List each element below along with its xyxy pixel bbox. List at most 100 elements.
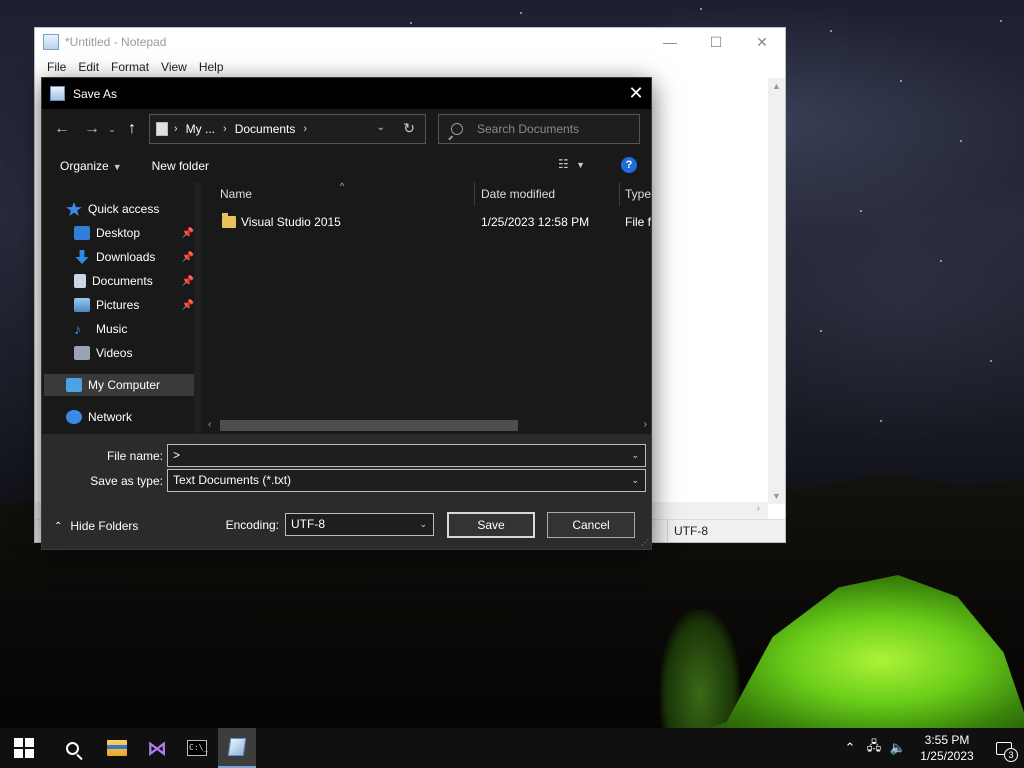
download-icon bbox=[75, 250, 89, 264]
volume-icon[interactable]: 🔈 bbox=[886, 740, 910, 756]
dialog-close-button[interactable]: ✕ bbox=[621, 78, 651, 109]
sidebar-item-label: Downloads bbox=[96, 250, 156, 264]
menu-file[interactable]: File bbox=[41, 60, 72, 74]
pin-icon[interactable]: 📌 bbox=[182, 276, 194, 287]
sidebar-item-network[interactable]: Network bbox=[66, 406, 196, 428]
recent-locations-chevron-icon[interactable]: ⌄ bbox=[104, 117, 120, 141]
refresh-icon[interactable]: ↻ bbox=[403, 120, 415, 137]
visual-studio-icon: ⋈ bbox=[147, 737, 167, 760]
sidebar-item-videos[interactable]: Videos bbox=[74, 342, 198, 364]
notepad-icon bbox=[227, 738, 247, 756]
sidebar-item-my-computer[interactable]: My Computer bbox=[44, 374, 197, 396]
sidebar-item-label: Documents bbox=[92, 274, 153, 288]
file-list-horizontal-scrollbar[interactable]: ‹ › bbox=[204, 417, 651, 434]
sidebar-item-quick-access[interactable]: Quick access bbox=[66, 198, 196, 220]
menu-view[interactable]: View bbox=[155, 60, 193, 74]
action-center-button[interactable]: 3 bbox=[984, 728, 1024, 768]
file-name-label: File name: bbox=[106, 449, 163, 463]
command-bar: Organize ▼ New folder ☷ ▼ ? bbox=[42, 149, 651, 182]
notepad-title: *Untitled - Notepad bbox=[65, 35, 167, 49]
sidebar-item-label: Quick access bbox=[88, 202, 160, 216]
chevron-down-icon[interactable]: ⌄ bbox=[631, 470, 639, 491]
minimize-button[interactable]: — bbox=[647, 28, 693, 56]
encoding-label: Encoding: bbox=[225, 518, 279, 532]
dialog-titlebar[interactable]: Save As ✕ bbox=[42, 78, 651, 109]
menu-format[interactable]: Format bbox=[105, 60, 155, 74]
resize-grip-icon[interactable]: ⋰ bbox=[641, 538, 649, 547]
pin-icon[interactable]: 📌 bbox=[182, 228, 194, 239]
scroll-right-icon[interactable]: › bbox=[757, 503, 760, 514]
column-divider[interactable] bbox=[474, 182, 475, 206]
save-as-type-value: Text Documents (*.txt) bbox=[173, 473, 292, 487]
command-prompt-icon: C:\_ bbox=[187, 740, 208, 756]
pin-icon[interactable]: 📌 bbox=[182, 252, 194, 263]
taskbar-notepad[interactable] bbox=[218, 728, 256, 768]
encoding-select[interactable]: UTF-8 ⌄ bbox=[285, 513, 434, 536]
menu-edit[interactable]: Edit bbox=[72, 60, 105, 74]
save-form: File name: > ⌄ Save as type: Text Docume… bbox=[42, 434, 651, 549]
close-button[interactable]: ✕ bbox=[739, 28, 785, 56]
clock-time: 3:55 PM bbox=[924, 733, 970, 747]
notepad-titlebar[interactable]: *Untitled - Notepad — ☐ ✕ bbox=[35, 28, 785, 56]
sidebar-item-label: Videos bbox=[96, 346, 133, 360]
up-arrow-icon[interactable]: ↑ bbox=[120, 117, 144, 141]
sidebar-item-desktop[interactable]: Desktop 📌 bbox=[74, 222, 198, 244]
chevron-up-icon: ⌃ bbox=[54, 520, 63, 532]
change-view-button[interactable]: ☷ ▼ bbox=[558, 157, 585, 171]
taskbar-search-button[interactable] bbox=[48, 728, 96, 768]
breadcrumb-separator-icon[interactable]: › bbox=[303, 123, 307, 135]
column-divider[interactable] bbox=[619, 182, 620, 206]
back-arrow-icon[interactable]: ← bbox=[50, 117, 74, 141]
menu-help[interactable]: Help bbox=[193, 60, 230, 74]
taskbar-visual-studio[interactable]: ⋈ bbox=[138, 728, 176, 768]
show-hidden-icons-chevron-icon[interactable]: ⌃ bbox=[838, 740, 862, 756]
network-status-icon[interactable]: 🖧 bbox=[862, 737, 886, 759]
scrollbar-thumb[interactable] bbox=[220, 420, 518, 431]
sidebar-item-documents[interactable]: Documents 📌 bbox=[74, 270, 198, 292]
sidebar-item-downloads[interactable]: Downloads 📌 bbox=[74, 246, 198, 268]
file-explorer-icon bbox=[107, 740, 127, 756]
desktop-icon bbox=[74, 226, 90, 240]
breadcrumb-separator-icon[interactable]: › bbox=[223, 123, 227, 135]
cancel-button[interactable]: Cancel bbox=[547, 512, 635, 538]
help-icon[interactable]: ? bbox=[621, 157, 637, 173]
taskbar-command-prompt[interactable]: C:\_ bbox=[178, 728, 216, 768]
breadcrumb-my-computer[interactable]: My ... bbox=[186, 122, 215, 136]
forward-arrow-icon[interactable]: → bbox=[80, 117, 104, 141]
chevron-down-icon[interactable]: ⌄ bbox=[419, 514, 427, 535]
navigation-pane-scrollbar[interactable] bbox=[194, 182, 201, 434]
column-header-type[interactable]: Type bbox=[625, 182, 651, 206]
table-row[interactable]: Visual Studio 2015 1/25/2023 12:58 PM Fi… bbox=[204, 212, 651, 234]
pictures-icon bbox=[74, 298, 90, 312]
search-input[interactable]: Search Documents bbox=[438, 114, 640, 144]
scroll-right-icon[interactable]: › bbox=[644, 419, 647, 430]
new-folder-button[interactable]: New folder bbox=[152, 159, 209, 173]
maximize-button[interactable]: ☐ bbox=[693, 28, 739, 56]
organize-button[interactable]: Organize ▼ bbox=[60, 159, 122, 173]
taskbar-file-explorer[interactable] bbox=[98, 728, 136, 768]
breadcrumb-documents[interactable]: Documents bbox=[235, 122, 296, 136]
breadcrumb-separator-icon[interactable]: › bbox=[174, 123, 178, 135]
address-bar[interactable]: › My ... › Documents › ⌄ ↻ bbox=[149, 114, 426, 144]
sidebar-item-music[interactable]: ♪ Music bbox=[74, 318, 198, 340]
sidebar-item-pictures[interactable]: Pictures 📌 bbox=[74, 294, 198, 316]
start-button[interactable] bbox=[0, 728, 48, 768]
save-as-type-select[interactable]: Text Documents (*.txt) ⌄ bbox=[167, 469, 646, 492]
system-tray: ⌃ 🖧 🔈 3:55 PM 1/25/2023 3 bbox=[838, 728, 1024, 768]
save-button[interactable]: Save bbox=[447, 512, 535, 538]
notification-count-badge: 3 bbox=[1004, 748, 1018, 762]
column-header-date-modified[interactable]: Date modified bbox=[481, 182, 555, 206]
chevron-down-icon[interactable]: ⌄ bbox=[631, 445, 639, 466]
network-icon bbox=[66, 410, 82, 424]
column-header-name[interactable]: Name bbox=[220, 182, 252, 206]
scroll-up-icon[interactable]: ▲ bbox=[772, 81, 781, 91]
address-dropdown-icon[interactable]: ⌄ bbox=[377, 122, 385, 133]
scroll-down-icon[interactable]: ▼ bbox=[772, 491, 781, 501]
notepad-vertical-scrollbar[interactable]: ▲ ▼ bbox=[768, 78, 785, 504]
scroll-left-icon[interactable]: ‹ bbox=[208, 419, 211, 430]
file-type: File fo bbox=[625, 215, 651, 229]
file-name-field[interactable]: > ⌄ bbox=[167, 444, 646, 467]
pin-icon[interactable]: 📌 bbox=[182, 300, 194, 311]
hide-folders-button[interactable]: ⌃ Hide Folders bbox=[54, 519, 138, 533]
clock[interactable]: 3:55 PM 1/25/2023 bbox=[910, 732, 984, 764]
